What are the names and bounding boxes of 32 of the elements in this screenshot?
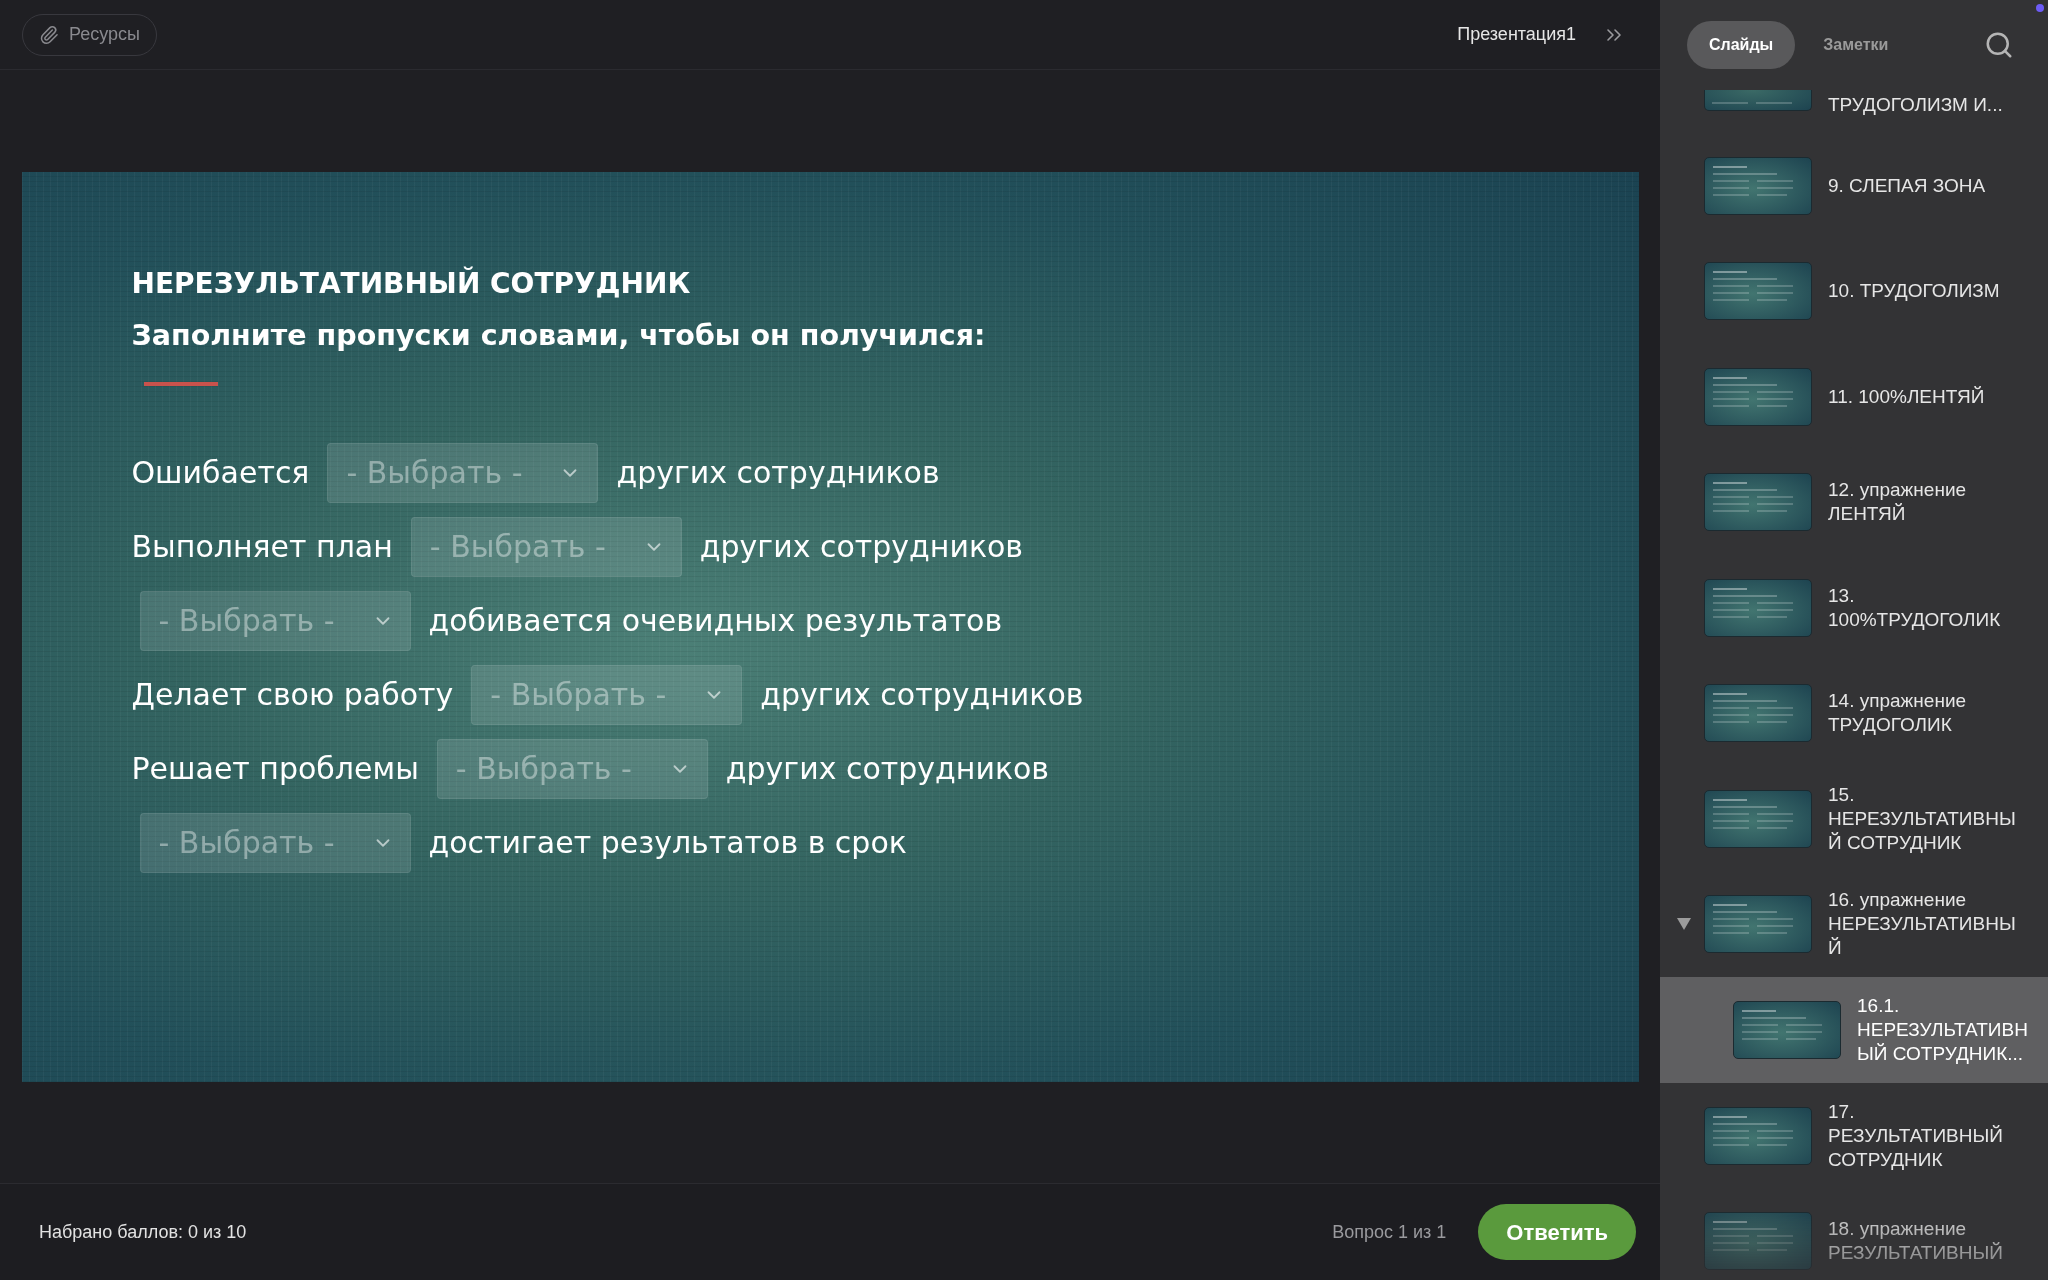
sidebar-tab[interactable]: Заметки bbox=[1801, 21, 1911, 69]
question-counter: Вопрос 1 из 1 bbox=[1332, 1220, 1447, 1244]
slide-list-item[interactable]: 12. упражнение ЛЕНТЯЙ bbox=[1660, 449, 2048, 555]
sentence-text: Ошибается bbox=[131, 453, 310, 492]
slide-list-item[interactable]: 18. упражнение РЕЗУЛЬТАТИВНЫЙ bbox=[1660, 1188, 2048, 1280]
sentence-text: других сотрудников bbox=[760, 675, 1084, 714]
sentence-text: Выполняет план bbox=[131, 527, 393, 566]
slide-list-item[interactable]: 16.1. НЕРЕЗУЛЬТАТИВНЫЙ СОТРУДНИК... bbox=[1660, 977, 2048, 1083]
sentence-text: достигает результатов в срок bbox=[428, 823, 907, 862]
sentence-text: Делает свою работу bbox=[131, 675, 454, 714]
sentence-text: добивается очевидных результатов bbox=[428, 601, 1003, 640]
sentence-text: Решает проблемы bbox=[131, 749, 419, 788]
slide-list-item[interactable]: 15. НЕРЕЗУЛЬТАТИВНЫЙ СОТРУДНИК bbox=[1660, 766, 2048, 872]
slide-list-item[interactable]: 14. упражнение ТРУДОГОЛИК bbox=[1660, 660, 2048, 767]
slide-list-item[interactable]: 13. 100%ТРУДОГОЛИК bbox=[1660, 555, 2048, 661]
sentence-text: других сотрудников bbox=[616, 453, 940, 492]
search-icon[interactable] bbox=[1984, 30, 2014, 60]
slide-list-item[interactable]: 11. 100%ЛЕНТЯЙ bbox=[1660, 343, 2048, 450]
paperclip-icon bbox=[39, 24, 59, 45]
triangle-down-icon[interactable] bbox=[1677, 918, 1691, 931]
slide-list-item[interactable]: 10. ТРУДОГОЛИЗМ bbox=[1660, 238, 2048, 344]
slide-list-item[interactable]: 17. РЕЗУЛЬТАТИВНЫЙ СОТРУДНИК bbox=[1660, 1082, 2048, 1189]
slide-title: НЕРЕЗУЛЬТАТИВНЫЙ СОТРУДНИК bbox=[131, 265, 691, 302]
slide-subtitle: Заполните пропуски словами, чтобы он получился: bbox=[131, 317, 986, 354]
sidebar-tab[interactable]: Слайды bbox=[1687, 21, 1796, 69]
presentation-title: Презентация1 bbox=[1457, 23, 1576, 46]
slide-list-item[interactable]: 9. СЛЕПАЯ ЗОНА bbox=[1660, 132, 2048, 239]
slide-list-item[interactable]: 16. упражнение НЕРЕЗУЛЬТАТИВНЫЙ bbox=[1660, 871, 2048, 978]
sentence-text: других сотрудников bbox=[725, 749, 1050, 788]
sentence-text: других сотрудников bbox=[699, 527, 1024, 566]
slide-list-item[interactable]: ТРУДОГОЛИЗМ И... bbox=[1660, 90, 2048, 133]
score-text: Набрано баллов: 0 из 10 bbox=[39, 1220, 247, 1244]
